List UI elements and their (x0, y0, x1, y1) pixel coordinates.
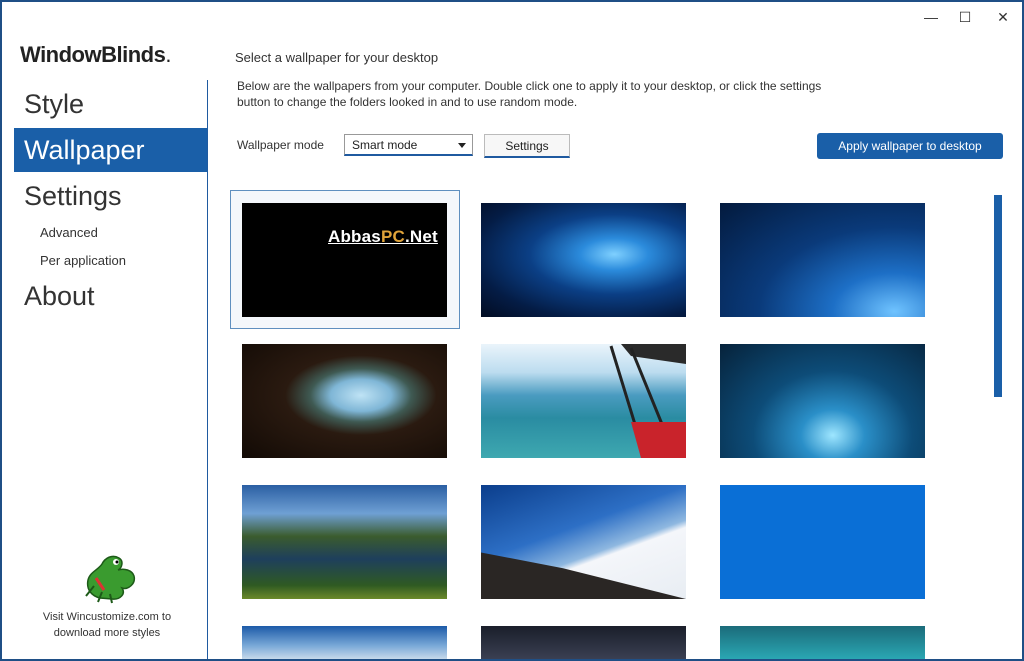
apply-wallpaper-button[interactable]: Apply wallpaper to desktop (817, 133, 1003, 159)
seaplane-strut-icon (609, 344, 686, 458)
maximize-icon: ☐ (958, 8, 972, 25)
wincustomize-mascot-icon[interactable] (72, 546, 142, 604)
nav-item-settings[interactable]: Settings (14, 174, 207, 218)
wallpaper-mode-select[interactable]: Smart mode (344, 134, 473, 156)
abbaspc-watermark: AbbasPC.Net (328, 227, 438, 246)
wallpaper-tile[interactable] (720, 626, 925, 659)
maximize-button[interactable]: ☐ (948, 6, 982, 28)
wallpaper-tile[interactable] (481, 344, 686, 458)
wallpaper-tile[interactable] (242, 485, 447, 599)
wallpaper-tile[interactable] (481, 485, 686, 599)
wallpaper-tile[interactable] (242, 626, 447, 659)
visit-wincustomize-text[interactable]: Visit Wincustomize.com to download more … (22, 609, 192, 641)
wallpaper-mode-label: Wallpaper mode (237, 138, 324, 152)
vertical-scrollbar[interactable] (994, 195, 1002, 397)
close-button[interactable]: ✕ (986, 6, 1020, 28)
nav-subitem-per-application[interactable]: Per application (40, 253, 126, 268)
hill-silhouette (481, 552, 686, 599)
settings-button[interactable]: Settings (484, 134, 570, 158)
wallpaper-mode-value: Smart mode (352, 138, 418, 152)
page-description: Below are the wallpapers from your compu… (237, 79, 822, 109)
wallpaper-tile[interactable] (242, 344, 447, 458)
sidebar-divider (207, 80, 208, 659)
minimize-icon: — (924, 9, 938, 25)
nav-subitem-advanced[interactable]: Advanced (40, 225, 98, 240)
page-title: Select a wallpaper for your desktop (235, 50, 439, 65)
wallpaper-tile[interactable] (720, 485, 925, 599)
nav-item-about[interactable]: About (14, 274, 207, 318)
wallpaper-tile[interactable] (720, 344, 925, 458)
wallpaper-tile[interactable]: AbbasPC.Net (242, 203, 447, 317)
sidebar: WindowBlinds. Style Wallpaper Settings A… (2, 2, 208, 659)
wallpaper-tile[interactable] (481, 626, 686, 659)
close-icon: ✕ (997, 8, 1009, 25)
nav-item-wallpaper[interactable]: Wallpaper (14, 128, 207, 172)
app-logo: WindowBlinds. (20, 42, 171, 67)
chevron-down-icon (458, 143, 466, 148)
nav-item-style[interactable]: Style (14, 82, 207, 126)
wallpaper-tile[interactable] (720, 203, 925, 317)
windowblinds-window: — ☐ ✕ WindowBlinds. Style Wallpaper Sett… (0, 0, 1024, 661)
wallpaper-tile[interactable] (481, 203, 686, 317)
minimize-button[interactable]: — (914, 6, 948, 28)
